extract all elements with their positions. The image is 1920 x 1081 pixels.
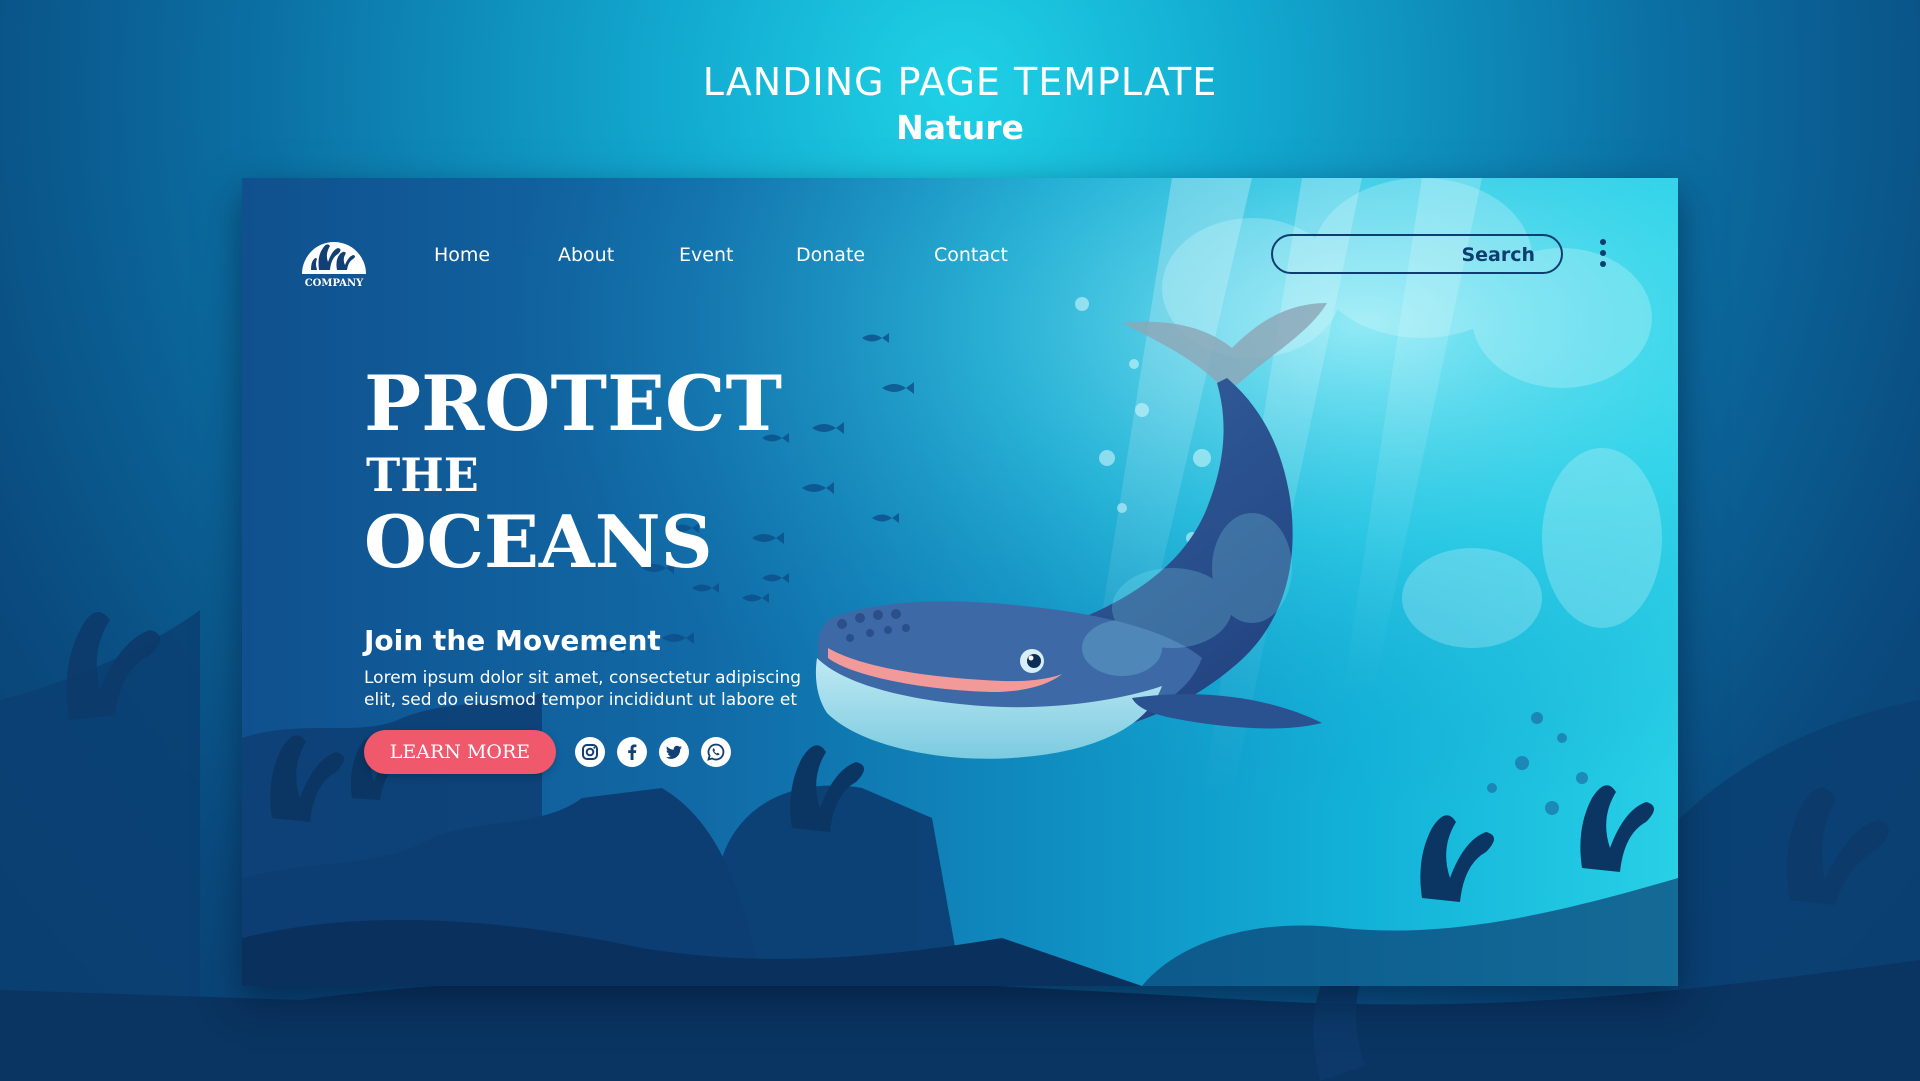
hero-subheading: Join the Movement bbox=[364, 624, 661, 657]
landing-page-card: COMPANY Home About Event Donate Contact … bbox=[242, 178, 1678, 986]
nav-item-contact[interactable]: Contact bbox=[934, 244, 1008, 266]
nav-item-about[interactable]: About bbox=[558, 244, 614, 266]
company-logo[interactable]: COMPANY bbox=[296, 222, 372, 289]
search-label: Search bbox=[1461, 244, 1535, 266]
hero-body-line-1: Lorem ipsum dolor sit amet, consectetur … bbox=[364, 668, 802, 688]
nav-item-home[interactable]: Home bbox=[434, 244, 490, 266]
template-subtitle: Nature bbox=[896, 108, 1024, 147]
instagram-icon[interactable] bbox=[575, 737, 605, 767]
facebook-icon[interactable] bbox=[617, 737, 647, 767]
hero-title-line-1: PROTECT bbox=[364, 359, 783, 448]
whatsapp-icon[interactable] bbox=[701, 737, 731, 767]
template-title: LANDING PAGE TEMPLATE bbox=[702, 60, 1218, 104]
hero-title-line-2: THE bbox=[366, 448, 479, 502]
kebab-menu-icon[interactable] bbox=[1596, 236, 1610, 274]
twitter-icon[interactable] bbox=[659, 737, 689, 767]
hero-title-line-3: OCEANS bbox=[364, 499, 713, 584]
search-input[interactable]: Search bbox=[1271, 234, 1563, 274]
nav-item-donate[interactable]: Donate bbox=[796, 244, 865, 266]
learn-more-button[interactable]: LEARN MORE bbox=[364, 730, 556, 774]
coral-logo-icon bbox=[302, 242, 366, 274]
company-logo-text: COMPANY bbox=[304, 278, 364, 289]
nav-item-event[interactable]: Event bbox=[679, 244, 733, 266]
hero-body-line-2: elit, sed do eiusmod tempor incididunt u… bbox=[364, 690, 797, 710]
